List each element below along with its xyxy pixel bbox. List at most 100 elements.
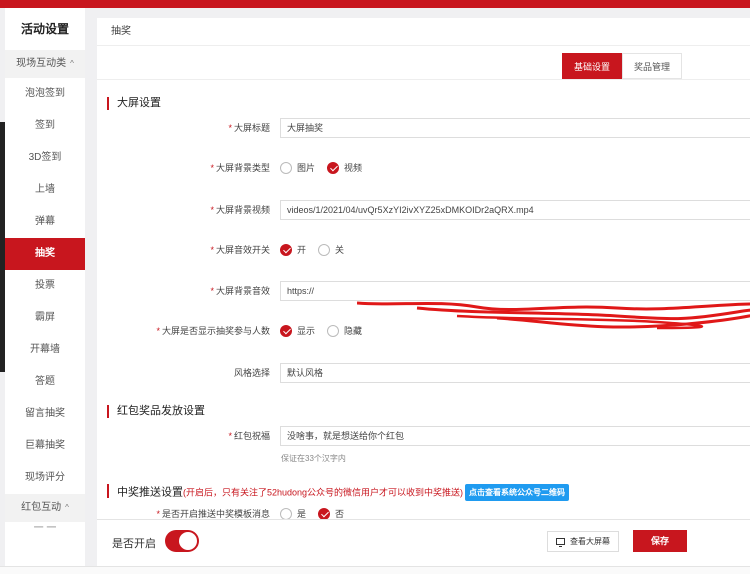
sidebar-item[interactable]: 留言抽奖: [5, 398, 85, 430]
sidebar-item[interactable]: 投票: [5, 270, 85, 302]
chevron-up-icon: ^: [65, 503, 69, 512]
field-label-text: 大屏背景类型: [215, 163, 270, 173]
bottom-strip: [0, 566, 750, 574]
sidebar-item[interactable]: 泡泡签到: [5, 78, 85, 110]
sidebar-title: 活动设置: [20, 22, 69, 36]
style-select[interactable]: 默认风格: [280, 363, 750, 383]
field-label-text: 大屏背景音效: [215, 286, 270, 296]
field-label: * 大屏标题: [228, 118, 270, 138]
radio-label: 关: [335, 245, 345, 255]
sidebar-item[interactable]: 霸屏: [5, 302, 85, 334]
field-label-text: 红包祝福: [233, 431, 270, 441]
required-mark: *: [228, 123, 232, 133]
enable-label: 是否开启: [112, 538, 156, 550]
bottom-action-bar: 是否开启 查看大屏幕 保存: [97, 519, 750, 566]
radio-show[interactable]: 显示: [280, 324, 315, 337]
main-panel: 抽奖 基础设置 奖品管理 大屏设置 * 大屏标题 大屏抽奖 * 大屏背景类型 图片 …: [97, 18, 750, 526]
blessing-hint: 保证在33个汉字内: [281, 454, 346, 463]
sidebar-item[interactable]: 弹幕: [5, 206, 85, 238]
sidebar: 活动设置 现场互动类 ^ 泡泡签到 签到 3D签到 上墙 弹幕 抽奖 投票 霸屏 开幕墙 答题 留言抽…: [5, 8, 85, 566]
monitor-icon: [556, 538, 565, 547]
check-icon: [318, 507, 331, 520]
radio-circle: [280, 161, 292, 174]
sidebar-item[interactable]: 答题: [5, 366, 85, 398]
field-label-text: 大屏标题: [233, 123, 270, 133]
field-label: * 大屏背景视频: [210, 200, 270, 220]
chevron-up-icon: ^: [70, 59, 74, 68]
push-note: (开启后，只有关注了52hudong公众号的微信用户才可以收到中奖推送): [183, 487, 464, 498]
sound-switch-radio-group: 开 关: [280, 243, 356, 256]
radio-off[interactable]: 关: [318, 243, 344, 256]
tab-bar: 基础设置 奖品管理: [562, 53, 683, 79]
sidebar-item[interactable]: 签到: [5, 110, 85, 142]
required-mark: *: [156, 509, 160, 519]
redaction-scribble: [357, 301, 750, 330]
field-label-text: 大屏音效开关: [215, 245, 270, 255]
field-label: * 大屏背景音效: [210, 281, 270, 301]
view-qr-button[interactable]: 点击查看系统公众号二维码: [465, 484, 570, 501]
sidebar-item[interactable]: 巨幕抽奖: [5, 430, 85, 462]
sidebar-item[interactable]: 现场评分: [5, 462, 85, 494]
field-label: * 大屏音效开关: [210, 240, 270, 260]
sidebar-item[interactable]: 3D签到: [5, 142, 85, 174]
required-mark: *: [210, 245, 214, 255]
form-row-bg-type: * 大屏背景类型 图片 视频: [97, 158, 750, 178]
tab-prize-management[interactable]: 奖品管理: [622, 53, 683, 79]
radio-label: 显示: [297, 326, 316, 336]
section-title: 中奖推送设置: [117, 486, 183, 499]
top-brand-bar: [0, 0, 750, 8]
save-button[interactable]: 保存: [633, 530, 687, 552]
field-label-text: 大屏背景视频: [215, 205, 270, 215]
radio-label: 开: [297, 245, 307, 255]
form-row-style: 风格选择 默认风格: [97, 363, 750, 383]
view-big-screen-button[interactable]: 查看大屏幕: [547, 531, 619, 552]
field-label-text: 是否开启推送中奖模板消息: [161, 509, 270, 519]
sidebar-item[interactable]: 抽奖: [5, 238, 85, 270]
screen-title-input[interactable]: 大屏抽奖: [280, 118, 750, 138]
sidebar-group-label: 现场互动类: [16, 58, 67, 69]
section-heading-big-screen: 大屏设置: [107, 97, 161, 110]
form-row-bg-video: * 大屏背景视频 videos/1/2021/04/uvQr5XzYI2ivXYZ…: [97, 200, 750, 220]
sidebar-item[interactable]: 上墙: [5, 174, 85, 206]
required-mark: *: [228, 431, 232, 441]
required-mark: *: [156, 326, 160, 336]
sidebar-item[interactable]: 开幕墙: [5, 334, 85, 366]
field-label: 风格选择: [233, 368, 270, 378]
radio-video[interactable]: 视频: [327, 161, 362, 174]
radio-circle: [327, 324, 340, 337]
section-heading-push: 中奖推送设置(开启后，只有关注了52hudong公众号的微信用户才可以收到中奖推…: [107, 484, 570, 501]
sidebar-item-partial[interactable]: 一 一: [5, 522, 85, 542]
tab-basic-settings[interactable]: 基础设置: [562, 53, 623, 79]
check-icon: [280, 324, 292, 337]
form-row-title: * 大屏标题 大屏抽奖: [97, 118, 750, 138]
radio-label: 视频: [344, 163, 363, 173]
breadcrumb: 抽奖: [97, 18, 750, 46]
sidebar-items: 泡泡签到 签到 3D签到 上墙 弹幕 抽奖 投票 霸屏 开幕墙 答题 留言抽奖 巨幕抽奖 现场评分: [5, 78, 85, 494]
check-icon: [280, 243, 292, 256]
sidebar-group-redpacket[interactable]: 红包互动 ^: [5, 494, 85, 522]
bg-video-input[interactable]: videos/1/2021/04/uvQr5XzYI2ivXYZ25xDMKOI…: [280, 200, 750, 220]
field-label-text: 大屏是否显示抽奖参与人数: [161, 326, 270, 336]
radio-label: 图片: [297, 163, 316, 173]
field-label: * 大屏背景类型: [210, 158, 270, 178]
radio-circle: [280, 507, 292, 520]
bg-type-radio-group: 图片 视频: [280, 161, 374, 174]
field-label: * 红包祝福: [228, 426, 270, 446]
toggle-knob: [179, 532, 197, 550]
form-row-blessing: * 红包祝福 没啥事，就是想送给你个红包: [97, 426, 750, 446]
radio-image[interactable]: 图片: [280, 161, 315, 174]
blessing-input[interactable]: 没啥事，就是想送给你个红包: [280, 426, 750, 446]
section-heading-red-packet: 红包奖品发放设置: [107, 405, 205, 418]
required-mark: *: [210, 205, 214, 215]
radio-circle: [318, 243, 331, 256]
required-mark: *: [210, 286, 214, 296]
check-icon: [327, 161, 340, 174]
button-label: 查看大屏幕: [570, 537, 610, 546]
radio-on[interactable]: 开: [280, 243, 306, 256]
sidebar-group-onsite[interactable]: 现场互动类 ^: [5, 50, 85, 78]
divider: [97, 79, 750, 80]
field-label: * 大屏是否显示抽奖参与人数: [156, 321, 270, 341]
sidebar-group-label: 红包互动: [21, 502, 62, 513]
enable-toggle[interactable]: [165, 530, 199, 552]
form-row-sound-switch: * 大屏音效开关 开 关: [97, 240, 750, 260]
